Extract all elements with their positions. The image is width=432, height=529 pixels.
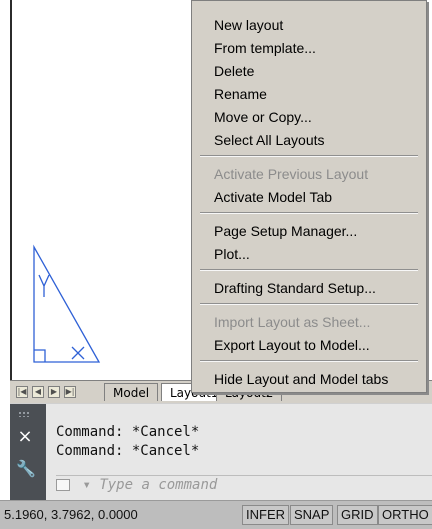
menu-item-from-template[interactable]: From template...: [214, 38, 316, 58]
wrench-icon[interactable]: 🔧: [16, 459, 36, 479]
menu-item-drafting-standard-setup[interactable]: Drafting Standard Setup...: [214, 278, 376, 298]
grid-toggle[interactable]: GRID: [337, 505, 378, 525]
command-panel-gripper[interactable]: × 🔧: [10, 404, 46, 501]
x-label-mark: [71, 346, 85, 360]
close-icon[interactable]: ×: [16, 428, 34, 446]
command-line-panel: × 🔧 Command: *Cancel* Command: *Cancel* …: [10, 403, 432, 501]
menu-item-activate-model-tab[interactable]: Activate Model Tab: [214, 187, 332, 207]
menu-item-delete[interactable]: Delete: [214, 61, 254, 81]
menu-separator: [200, 212, 418, 214]
menu-item-hide-layout-and-model-tabs[interactable]: Hide Layout and Model tabs: [214, 369, 388, 389]
ortho-toggle[interactable]: ORTHO: [378, 505, 432, 525]
status-bar: 5.1960, 3.7962, 0.0000 INFER SNAP GRID O…: [0, 500, 432, 529]
menu-separator: [200, 269, 418, 271]
coordinate-readout: 5.1960, 3.7962, 0.0000: [4, 507, 138, 522]
previous-tab-button[interactable]: ◀: [32, 386, 44, 398]
command-history-line: Command: *Cancel*: [56, 424, 200, 440]
first-tab-button[interactable]: |◀: [16, 386, 28, 398]
menu-item-move-or-copy[interactable]: Move or Copy...: [214, 107, 312, 127]
command-history: Command: *Cancel* Command: *Cancel*: [56, 423, 199, 461]
y-label-mark: [38, 274, 50, 297]
command-prompt-icon: [56, 479, 70, 491]
menu-separator: [200, 360, 418, 362]
gripper-dots-icon: [18, 411, 30, 417]
triangle-shape[interactable]: [33, 244, 101, 363]
menu-separator: [200, 303, 418, 305]
triangle-drawing: [33, 244, 101, 363]
menu-item-plot[interactable]: Plot...: [214, 244, 250, 264]
menu-item-new-layout[interactable]: New layout: [214, 15, 283, 35]
layout-context-menu: New layout From template... Delete Renam…: [191, 0, 427, 393]
menu-item-rename[interactable]: Rename: [214, 84, 267, 104]
next-tab-button[interactable]: ▶: [48, 386, 60, 398]
command-input-placeholder: Type a command: [99, 477, 218, 493]
menu-item-page-setup-manager[interactable]: Page Setup Manager...: [214, 221, 357, 241]
menu-item-import-layout-as-sheet: Import Layout as Sheet...: [214, 314, 371, 330]
menu-item-export-layout-to-model[interactable]: Export Layout to Model...: [214, 335, 370, 355]
tab-model[interactable]: Model: [104, 383, 159, 401]
menu-separator: [200, 155, 418, 157]
command-input[interactable]: ▾ Type a command: [56, 475, 432, 493]
menu-item-select-all-layouts[interactable]: Select All Layouts: [214, 130, 325, 150]
menu-item-activate-previous-layout: Activate Previous Layout: [214, 166, 369, 182]
command-prompt-dropdown-icon[interactable]: ▾: [82, 477, 90, 493]
snap-toggle[interactable]: SNAP: [290, 505, 334, 525]
infer-toggle[interactable]: INFER: [242, 505, 289, 525]
right-angle-marker: [34, 349, 46, 362]
command-history-line: Command: *Cancel*: [56, 443, 200, 459]
last-tab-button[interactable]: ▶|: [64, 386, 76, 398]
